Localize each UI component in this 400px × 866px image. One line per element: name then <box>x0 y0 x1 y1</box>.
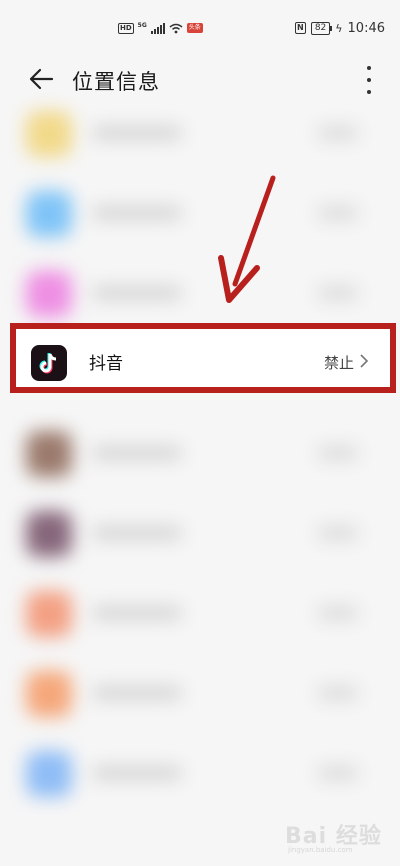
app-icon <box>26 511 72 557</box>
douyin-list-item[interactable]: 抖音 禁止 <box>10 323 396 393</box>
list-item[interactable] <box>0 655 400 735</box>
hd-icon: HD <box>118 22 134 34</box>
list-item[interactable] <box>0 735 400 815</box>
status-right-icons: N 82 ϟ 10:46 <box>294 20 385 36</box>
app-icon <box>26 191 72 237</box>
app-icon <box>26 111 72 157</box>
wifi-icon <box>169 23 183 33</box>
watermark-subtext: jingyan.baidu.com <box>288 846 353 854</box>
permission-status: 禁止 <box>323 354 354 372</box>
douyin-icon <box>31 345 67 381</box>
status-bar: HD 5G 头条 N 82 ϟ 10:46 <box>0 0 400 56</box>
list-item[interactable] <box>0 175 400 255</box>
nfc-icon: N <box>294 22 306 34</box>
status-left-icons: HD 5G 头条 <box>118 20 203 36</box>
watermark: Bai 经验 jingyan.baidu.com <box>280 818 390 856</box>
app-icon <box>26 271 72 317</box>
app-name: 抖音 <box>89 354 123 374</box>
app-icon <box>26 431 72 477</box>
network-type: 5G <box>137 21 147 29</box>
app-icon <box>26 591 72 637</box>
notification-badge: 头条 <box>186 23 203 33</box>
page-title: 位置信息 <box>72 70 160 94</box>
signal-icon <box>150 22 165 34</box>
charging-icon: ϟ <box>335 21 343 35</box>
chevron-right-icon <box>360 354 369 368</box>
app-list <box>0 95 400 815</box>
app-icon <box>26 751 72 797</box>
battery-icon: 82 <box>310 21 333 35</box>
list-item[interactable] <box>0 415 400 495</box>
list-item[interactable] <box>0 95 400 175</box>
back-arrow-icon[interactable] <box>28 66 54 92</box>
clock: 10:46 <box>347 20 385 36</box>
annotation-arrow <box>218 175 276 303</box>
app-icon <box>26 671 72 717</box>
more-options-icon[interactable] <box>366 66 372 94</box>
list-item[interactable] <box>0 575 400 655</box>
list-item[interactable] <box>0 495 400 575</box>
